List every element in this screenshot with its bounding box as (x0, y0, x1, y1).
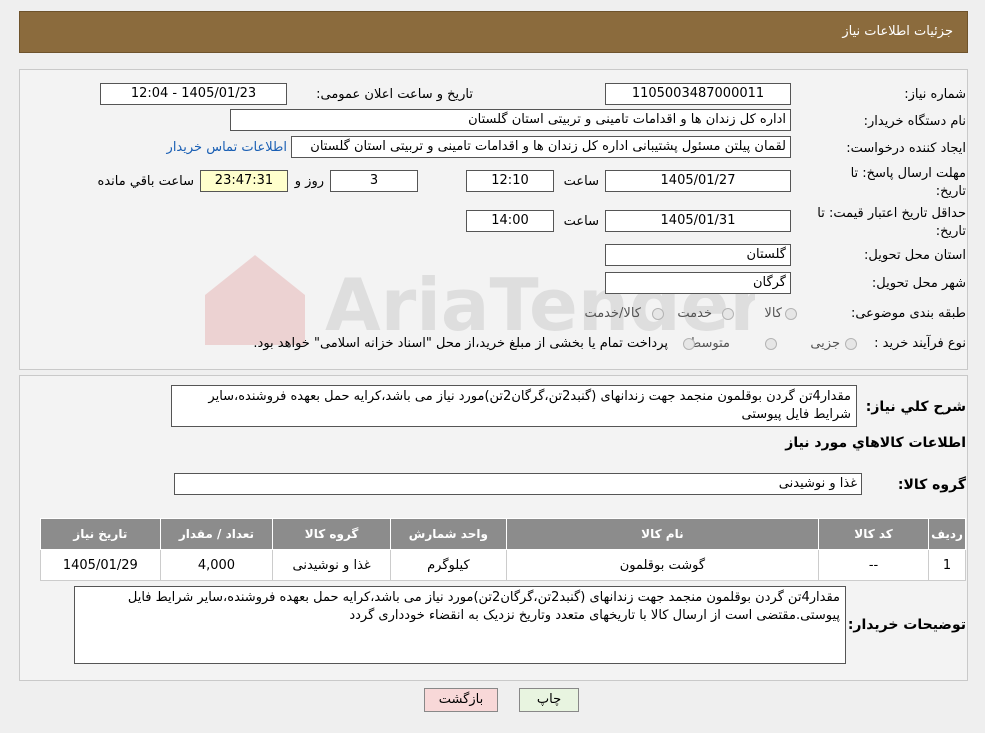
goods-group-label: گروه کالا: (897, 477, 966, 493)
cell-item-group: غذا و نوشیدنی (272, 549, 391, 581)
buyer-org-field: اداره کل زندان ها و اقدامات تامینی و ترب… (230, 109, 791, 131)
buyer-notes-label: توضیحات خریدار: (847, 617, 966, 633)
cell-item-code: -- (817, 549, 930, 581)
goods-section-title: اطلاعات کالاهاي مورد نياز (785, 435, 966, 451)
requester-field: لقمان پیلتن مسئول پشتیبانی اداره کل زندا… (291, 136, 791, 158)
category-option-goods: کالا (764, 306, 782, 321)
price-validity-time-label: ساعت (563, 214, 599, 229)
purchase-treasury-note: پرداخت تمام یا بخشی از مبلغ خرید،از محل … (253, 336, 668, 351)
description-label: شرح کلي نياز: (865, 399, 966, 415)
category-radio-goods[interactable] (785, 308, 797, 320)
cell-item-name: گوشت بوقلمون (505, 549, 819, 581)
deadline-days-label: روز و (294, 174, 324, 189)
category-radio-goods-service[interactable] (652, 308, 664, 320)
deadline-days-field: 3 (330, 170, 418, 192)
purchase-option-medium: متوسط (689, 336, 730, 351)
need-number-field: 1105003487000011 (605, 83, 791, 105)
announce-datetime-field: 1405/01/23 - 12:04 (100, 83, 287, 105)
price-validity-time-field: 14:00 (466, 210, 554, 232)
delivery-city-label: شهر محل تحویل: (871, 276, 966, 291)
requester-label: ایجاد کننده درخواست: (846, 141, 966, 156)
category-radio-service[interactable] (722, 308, 734, 320)
cell-row-number: 1 (928, 549, 966, 581)
category-option-goods-service: کالا/خدمت (584, 306, 641, 321)
table-row: 1 -- گوشت بوقلمون کیلوگرم غذا و نوشیدنی … (40, 549, 966, 581)
buyer-notes-field: مقدار4تن گردن بوقلمون منجمد جهت زندانهای… (74, 586, 846, 664)
need-number-label: شماره نیاز: (904, 87, 966, 102)
deadline-date-field: 1405/01/27 (605, 170, 791, 192)
deadline-time-field: 12:10 (466, 170, 554, 192)
remaining-time-label: ساعت باقي مانده (97, 174, 194, 189)
purchase-radio-medium[interactable] (765, 338, 777, 350)
category-label: طبقه بندی موضوعی: (850, 306, 966, 321)
col-header-item-name: نام کالا (505, 518, 819, 550)
col-header-unit: واحد شمارش (389, 518, 507, 550)
buyer-org-label: نام دستگاه خریدار: (863, 114, 966, 129)
col-header-row-number: رديف (928, 518, 966, 550)
col-header-need-date: تاریخ نیاز (40, 518, 161, 550)
page-title: جزئیات اطلاعات نیاز (842, 24, 953, 39)
goods-group-field: غذا و نوشیدنی (174, 473, 862, 495)
purchase-type-label: نوع فرآیند خرید : (874, 336, 966, 351)
deadline-label: مهلت ارسال پاسخ: تا تاریخ: (850, 166, 966, 199)
deadline-time-label: ساعت (563, 174, 599, 189)
print-button[interactable]: چاپ (519, 688, 579, 712)
goods-table: رديف کد کالا نام کالا واحد شمارش گروه کا… (40, 518, 966, 581)
delivery-province-field: گلستان (605, 244, 791, 266)
price-validity-label: حداقل تاریخ اعتبار قیمت: تا تاریخ: (817, 206, 966, 239)
col-header-item-group: گروه کالا (272, 518, 391, 550)
cell-need-date: 1405/01/29 (40, 549, 161, 581)
purchase-radio-treasury[interactable] (683, 338, 695, 350)
cell-quantity: 4,000 (159, 549, 274, 581)
col-header-quantity: تعداد / مقدار (159, 518, 274, 550)
remaining-time-field: 23:47:31 (200, 170, 288, 192)
announce-datetime-label: تاریخ و ساعت اعلان عمومی: (316, 87, 473, 102)
price-validity-date-field: 1405/01/31 (605, 210, 791, 232)
delivery-city-field: گرگان (605, 272, 791, 294)
back-button[interactable]: بازگشت (424, 688, 498, 712)
delivery-province-label: استان محل تحویل: (864, 248, 966, 263)
col-header-item-code: کد کالا (817, 518, 930, 550)
purchase-option-minor: جزیی (810, 336, 840, 351)
description-field: مقدار4تن گردن بوقلمون منجمد جهت زندانهای… (171, 385, 857, 427)
page-header: جزئیات اطلاعات نیاز (19, 11, 968, 53)
buyer-contact-link[interactable]: اطلاعات تماس خریدار (167, 140, 287, 155)
purchase-radio-minor[interactable] (845, 338, 857, 350)
goods-table-header-row: رديف کد کالا نام کالا واحد شمارش گروه کا… (40, 518, 966, 550)
cell-unit: کیلوگرم (389, 549, 507, 581)
category-option-service: خدمت (677, 306, 712, 321)
